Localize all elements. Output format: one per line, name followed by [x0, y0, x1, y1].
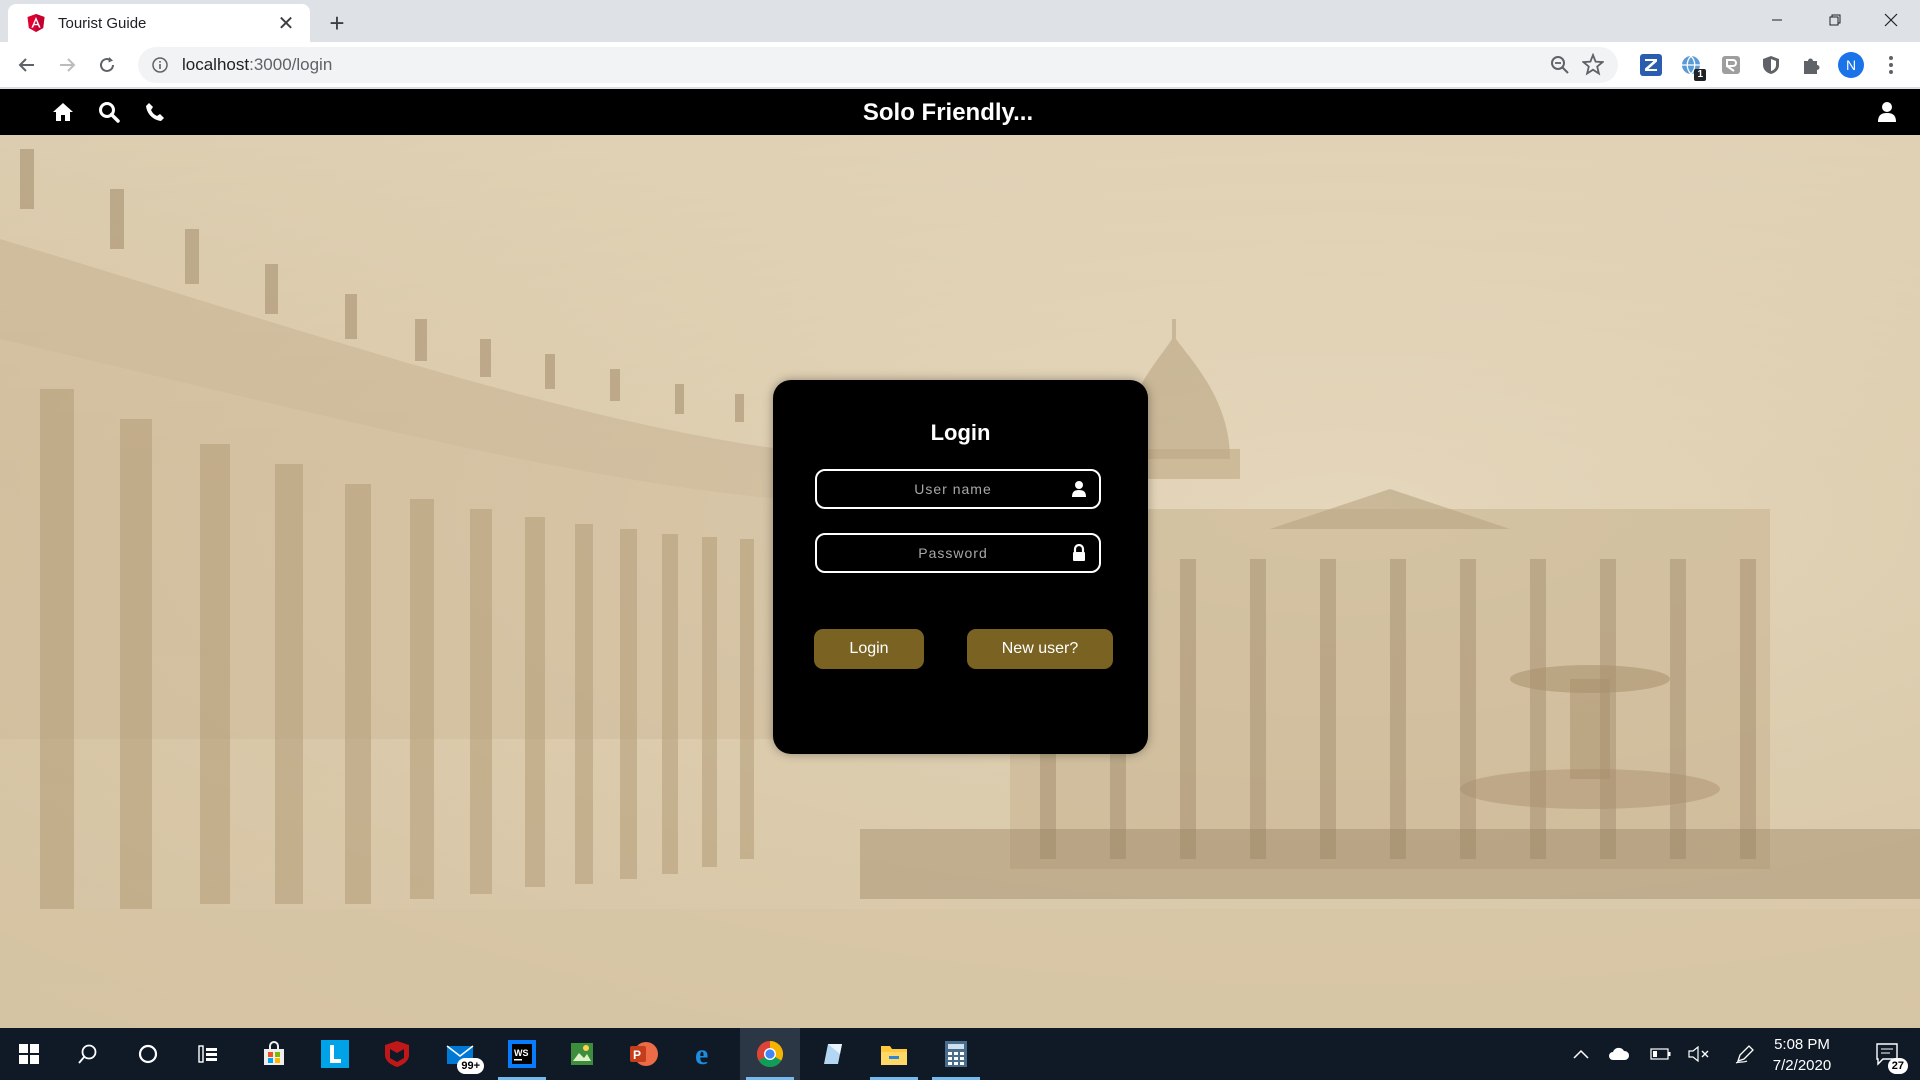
restore-button[interactable]: [1806, 0, 1864, 40]
notification-count-badge: 27: [1887, 1058, 1908, 1074]
task-view-icon[interactable]: [178, 1028, 238, 1080]
reader-extension-icon[interactable]: [1716, 50, 1746, 80]
shield-extension-icon[interactable]: [1756, 50, 1786, 80]
zoom-icon[interactable]: [1550, 53, 1570, 82]
browser-tab[interactable]: Tourist Guide ✕: [8, 4, 310, 42]
battery-icon[interactable]: [1646, 1028, 1676, 1080]
file-explorer-icon[interactable]: [864, 1028, 924, 1080]
powerpoint-icon[interactable]: P: [614, 1028, 674, 1080]
notes-app-icon[interactable]: [802, 1028, 862, 1080]
svg-text:P: P: [633, 1048, 641, 1062]
calculator-icon[interactable]: [926, 1028, 986, 1080]
browser-tabstrip: Tourist Guide ✕ +: [0, 0, 1920, 42]
volume-muted-icon[interactable]: [1684, 1028, 1714, 1080]
browser-toolbar: localhost:3000/login 1 N: [0, 42, 1920, 88]
address-bar[interactable]: localhost:3000/login: [138, 47, 1618, 83]
tab-title: Tourist Guide: [58, 14, 147, 32]
user-icon: [1069, 478, 1089, 500]
extensions-puzzle-icon[interactable]: [1796, 50, 1826, 80]
svg-text:WS: WS: [514, 1048, 529, 1058]
extension-badge: 1: [1694, 69, 1706, 81]
username-field[interactable]: [815, 469, 1101, 509]
windows-taskbar: 99+ WS P e 5:08 PM 7/2/2020 27: [0, 1028, 1920, 1080]
clock-time: 5:08 PM: [1774, 1036, 1830, 1053]
page-viewport: Solo Friendly... Login Login New user?: [0, 89, 1920, 1028]
login-title: Login: [930, 420, 991, 445]
login-button[interactable]: Login: [814, 629, 924, 669]
user-icon[interactable]: [1874, 99, 1900, 125]
angular-icon: [26, 13, 46, 33]
reload-icon[interactable]: [92, 50, 122, 80]
windows-start-icon[interactable]: [0, 1028, 58, 1080]
l-app-icon[interactable]: [305, 1028, 365, 1080]
menu-kebab-icon[interactable]: [1876, 50, 1906, 80]
chrome-icon[interactable]: [740, 1028, 800, 1080]
url-text: localhost:3000/login: [182, 55, 333, 74]
password-input[interactable]: [817, 545, 1099, 561]
new-tab-button[interactable]: +: [322, 8, 352, 38]
taskbar-clock[interactable]: 5:08 PM 7/2/2020: [1760, 1034, 1844, 1076]
brand-title: Solo Friendly...: [862, 99, 1034, 126]
info-icon[interactable]: [150, 55, 170, 75]
profile-avatar[interactable]: N: [1836, 50, 1866, 80]
bookmark-star-icon[interactable]: [1581, 52, 1605, 82]
action-center-icon[interactable]: 27: [1862, 1028, 1914, 1080]
forward-icon[interactable]: [52, 50, 82, 80]
tab-close-icon[interactable]: ✕: [274, 11, 298, 35]
app-navbar: Solo Friendly...: [0, 89, 1920, 135]
edge-icon[interactable]: e: [677, 1028, 737, 1080]
password-field[interactable]: [815, 533, 1101, 573]
photo-editor-icon[interactable]: [552, 1028, 612, 1080]
pen-workspace-icon[interactable]: [1730, 1028, 1760, 1080]
minimize-button[interactable]: [1748, 0, 1806, 40]
zotero-extension-icon[interactable]: [1636, 50, 1666, 80]
login-card: Login Login New user?: [773, 380, 1148, 754]
mail-icon[interactable]: 99+: [430, 1028, 490, 1080]
new-user-button[interactable]: New user?: [967, 629, 1113, 669]
lock-icon: [1069, 542, 1089, 564]
onedrive-cloud-icon[interactable]: [1604, 1028, 1634, 1080]
profile-initial: N: [1838, 52, 1864, 78]
translate-extension-icon[interactable]: 1: [1676, 50, 1706, 81]
mail-badge: 99+: [457, 1058, 484, 1074]
back-icon[interactable]: [12, 50, 42, 80]
mcafee-icon[interactable]: [367, 1028, 427, 1080]
cortana-icon[interactable]: [118, 1028, 178, 1080]
svg-text:e: e: [695, 1040, 708, 1068]
webstorm-icon[interactable]: WS: [492, 1028, 552, 1080]
close-window-button[interactable]: [1862, 0, 1920, 40]
show-hidden-icons-chevron-icon[interactable]: [1566, 1028, 1596, 1080]
clock-date: 7/2/2020: [1772, 1057, 1832, 1074]
username-input[interactable]: [817, 481, 1099, 497]
taskbar-search-icon[interactable]: [58, 1028, 118, 1080]
microsoft-store-icon[interactable]: [244, 1028, 304, 1080]
